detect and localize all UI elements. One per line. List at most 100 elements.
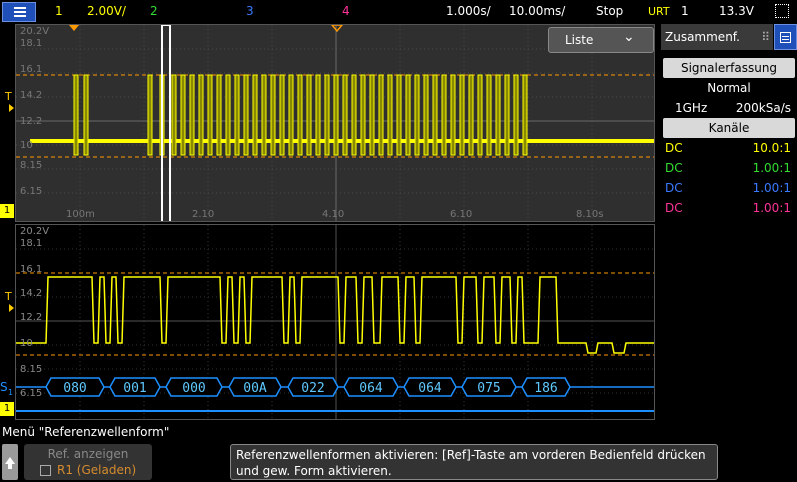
overview-burst-pulse xyxy=(504,74,510,156)
summary-tab[interactable]: Zusammenf. ⠿ xyxy=(661,24,773,50)
overview-burst-pulse xyxy=(486,74,492,156)
overview-burst-pulse xyxy=(315,74,321,156)
overview-burst-pulse xyxy=(423,74,429,156)
channels-header[interactable]: Kanäle xyxy=(663,118,795,138)
delay-marker xyxy=(331,25,343,33)
decode-packet-value: 001 xyxy=(123,381,146,396)
trigger-source[interactable]: 1 xyxy=(681,4,689,18)
trigger-marker-upper: T xyxy=(5,90,12,103)
channel-1-scale[interactable]: 2.00V/ xyxy=(87,4,126,18)
trigger-level[interactable]: 13.3V xyxy=(719,4,754,18)
overview-burst-pulse xyxy=(477,74,483,156)
overview-burst-pulse xyxy=(351,74,357,156)
trigger-marker-lower: T xyxy=(5,290,12,303)
acquisition-rates: 1GHz 200kSa/s xyxy=(665,98,793,118)
decode-packet-value: 064 xyxy=(359,381,383,396)
overview-burst-pulse xyxy=(180,74,186,156)
overview-burst-pulse xyxy=(147,74,153,156)
info-sidebar: Zusammenf. ⠿ Signalerfassung Normal 1GHz… xyxy=(661,24,797,420)
overview-burst-pulse xyxy=(73,74,79,156)
overview-burst-pulse xyxy=(513,74,519,156)
overview-burst-pulse xyxy=(171,74,177,156)
overview-burst-pulse xyxy=(270,74,276,156)
overview-burst-pulse xyxy=(432,74,438,156)
overview-burst-pulse xyxy=(261,74,267,156)
serial-bus-index: 1 xyxy=(8,388,14,397)
time-delay[interactable]: 10.00ms/ xyxy=(509,4,565,18)
trigger-type[interactable]: URT xyxy=(648,5,670,18)
summary-tab-label: Zusammenf. xyxy=(665,30,740,44)
zoom-graticule: 080 001 000 00A 022 064 064 075 186 xyxy=(16,225,654,419)
serial-bus-label: S xyxy=(0,380,8,394)
ref-show-softkey[interactable]: Ref. anzeigen R1 (Geladen) xyxy=(24,444,152,480)
channel-4-label[interactable]: 4 xyxy=(342,4,350,18)
overview-burst-pulse xyxy=(243,74,249,156)
decode-packet-value: 00A xyxy=(243,381,267,396)
back-arrow-icon[interactable] xyxy=(2,444,18,480)
sample-rate-value: 200kSa/s xyxy=(735,101,791,115)
channel-3-label[interactable]: 3 xyxy=(246,4,254,18)
decode-packet-value: 075 xyxy=(477,381,500,396)
list-button[interactable]: Liste ⌄ xyxy=(548,27,654,53)
overview-waveform-pane[interactable]: 20.2V 18.1 16.1 14.2 12.2 10 8.15 6.15 1… xyxy=(15,24,655,222)
run-state[interactable]: Stop xyxy=(596,4,623,18)
trigger-arrow-lower-icon xyxy=(9,304,14,312)
overview-burst-pulse xyxy=(189,74,195,156)
overview-burst-pulse xyxy=(450,74,456,156)
ref-show-label: Ref. anzeigen xyxy=(47,447,129,461)
chevron-down-icon: ⌄ xyxy=(623,29,635,45)
channel-2-label[interactable]: 2 xyxy=(150,4,158,18)
channel-4-info: DC 1.00:1 xyxy=(665,201,791,215)
overview-burst-pulse xyxy=(216,74,222,156)
ch1-ground-marker-lower[interactable]: 1 xyxy=(0,402,14,416)
drag-handle-icon[interactable]: ⠿ xyxy=(761,24,770,50)
overview-burst-pulse xyxy=(333,74,339,156)
overview-burst-pulse xyxy=(342,74,348,156)
time-per-div[interactable]: 1.000s/ xyxy=(446,4,491,18)
overview-burst-pulse xyxy=(495,74,501,156)
overview-burst-pulse xyxy=(279,74,285,156)
overview-burst-pulse xyxy=(83,74,89,156)
decode-packet-value: 000 xyxy=(182,381,205,396)
overview-burst-pulse xyxy=(360,74,366,156)
zoom-waveform-pane[interactable]: 080 001 000 00A 022 064 064 075 186 20.2V 18.1 1… xyxy=(15,224,655,420)
help-message: Referenzwellenformen aktivieren: [Ref]-T… xyxy=(230,444,718,480)
channel-1-info: DC 10.0:1 xyxy=(665,141,791,155)
decode-packet-value: 064 xyxy=(418,381,442,396)
main-menu-icon[interactable] xyxy=(2,2,36,22)
ref-checkbox[interactable] xyxy=(40,465,51,476)
overview-burst-pulse xyxy=(459,74,465,156)
channel-2-info: DC 1.00:1 xyxy=(665,161,791,175)
overview-burst-pulse xyxy=(207,74,213,156)
left-marker-column: T 1 T S 1 1 xyxy=(0,24,15,420)
overview-burst-pulse xyxy=(252,74,258,156)
trigger-position-marker xyxy=(69,25,79,31)
bandwidth-value: 1GHz xyxy=(675,101,708,115)
overview-graticule xyxy=(16,25,654,221)
ch1-ground-marker-upper[interactable]: 1 xyxy=(0,204,14,218)
overview-burst-pulse xyxy=(198,74,204,156)
overview-burst-pulse xyxy=(225,74,231,156)
fullscreen-icon[interactable] xyxy=(775,4,789,18)
overview-burst-pulse xyxy=(396,74,402,156)
channel-1-label[interactable]: 1 xyxy=(55,4,63,18)
decode-packet-value: 186 xyxy=(534,381,557,396)
acquisition-header[interactable]: Signalerfassung xyxy=(663,58,795,78)
trigger-arrow-upper-icon xyxy=(9,104,14,112)
menu-title: Menü "Referenzwellenform" xyxy=(2,425,170,439)
overview-burst-pulse xyxy=(234,74,240,156)
sidebar-menu-icon[interactable] xyxy=(774,24,797,50)
overview-burst-pulse xyxy=(306,74,312,156)
acquisition-mode: Normal xyxy=(707,81,751,95)
overview-burst-pulse xyxy=(468,74,474,156)
overview-burst-pulse xyxy=(369,74,375,156)
overview-burst-pulse xyxy=(405,74,411,156)
overview-burst-pulse xyxy=(387,74,393,156)
channel-3-info: DC 1.00:1 xyxy=(665,181,791,195)
overview-burst-pulse xyxy=(288,74,294,156)
softkey-bar: Menü "Referenzwellenform" Ref. anzeigen … xyxy=(0,422,797,482)
decode-packet-value: 080 xyxy=(63,381,86,396)
status-bar: 1 2.00V/ 2 3 4 1.000s/ 10.00ms/ Stop URT… xyxy=(0,0,797,24)
ref-value-label: R1 (Geladen) xyxy=(57,463,137,477)
overview-burst-pulse xyxy=(522,74,528,156)
